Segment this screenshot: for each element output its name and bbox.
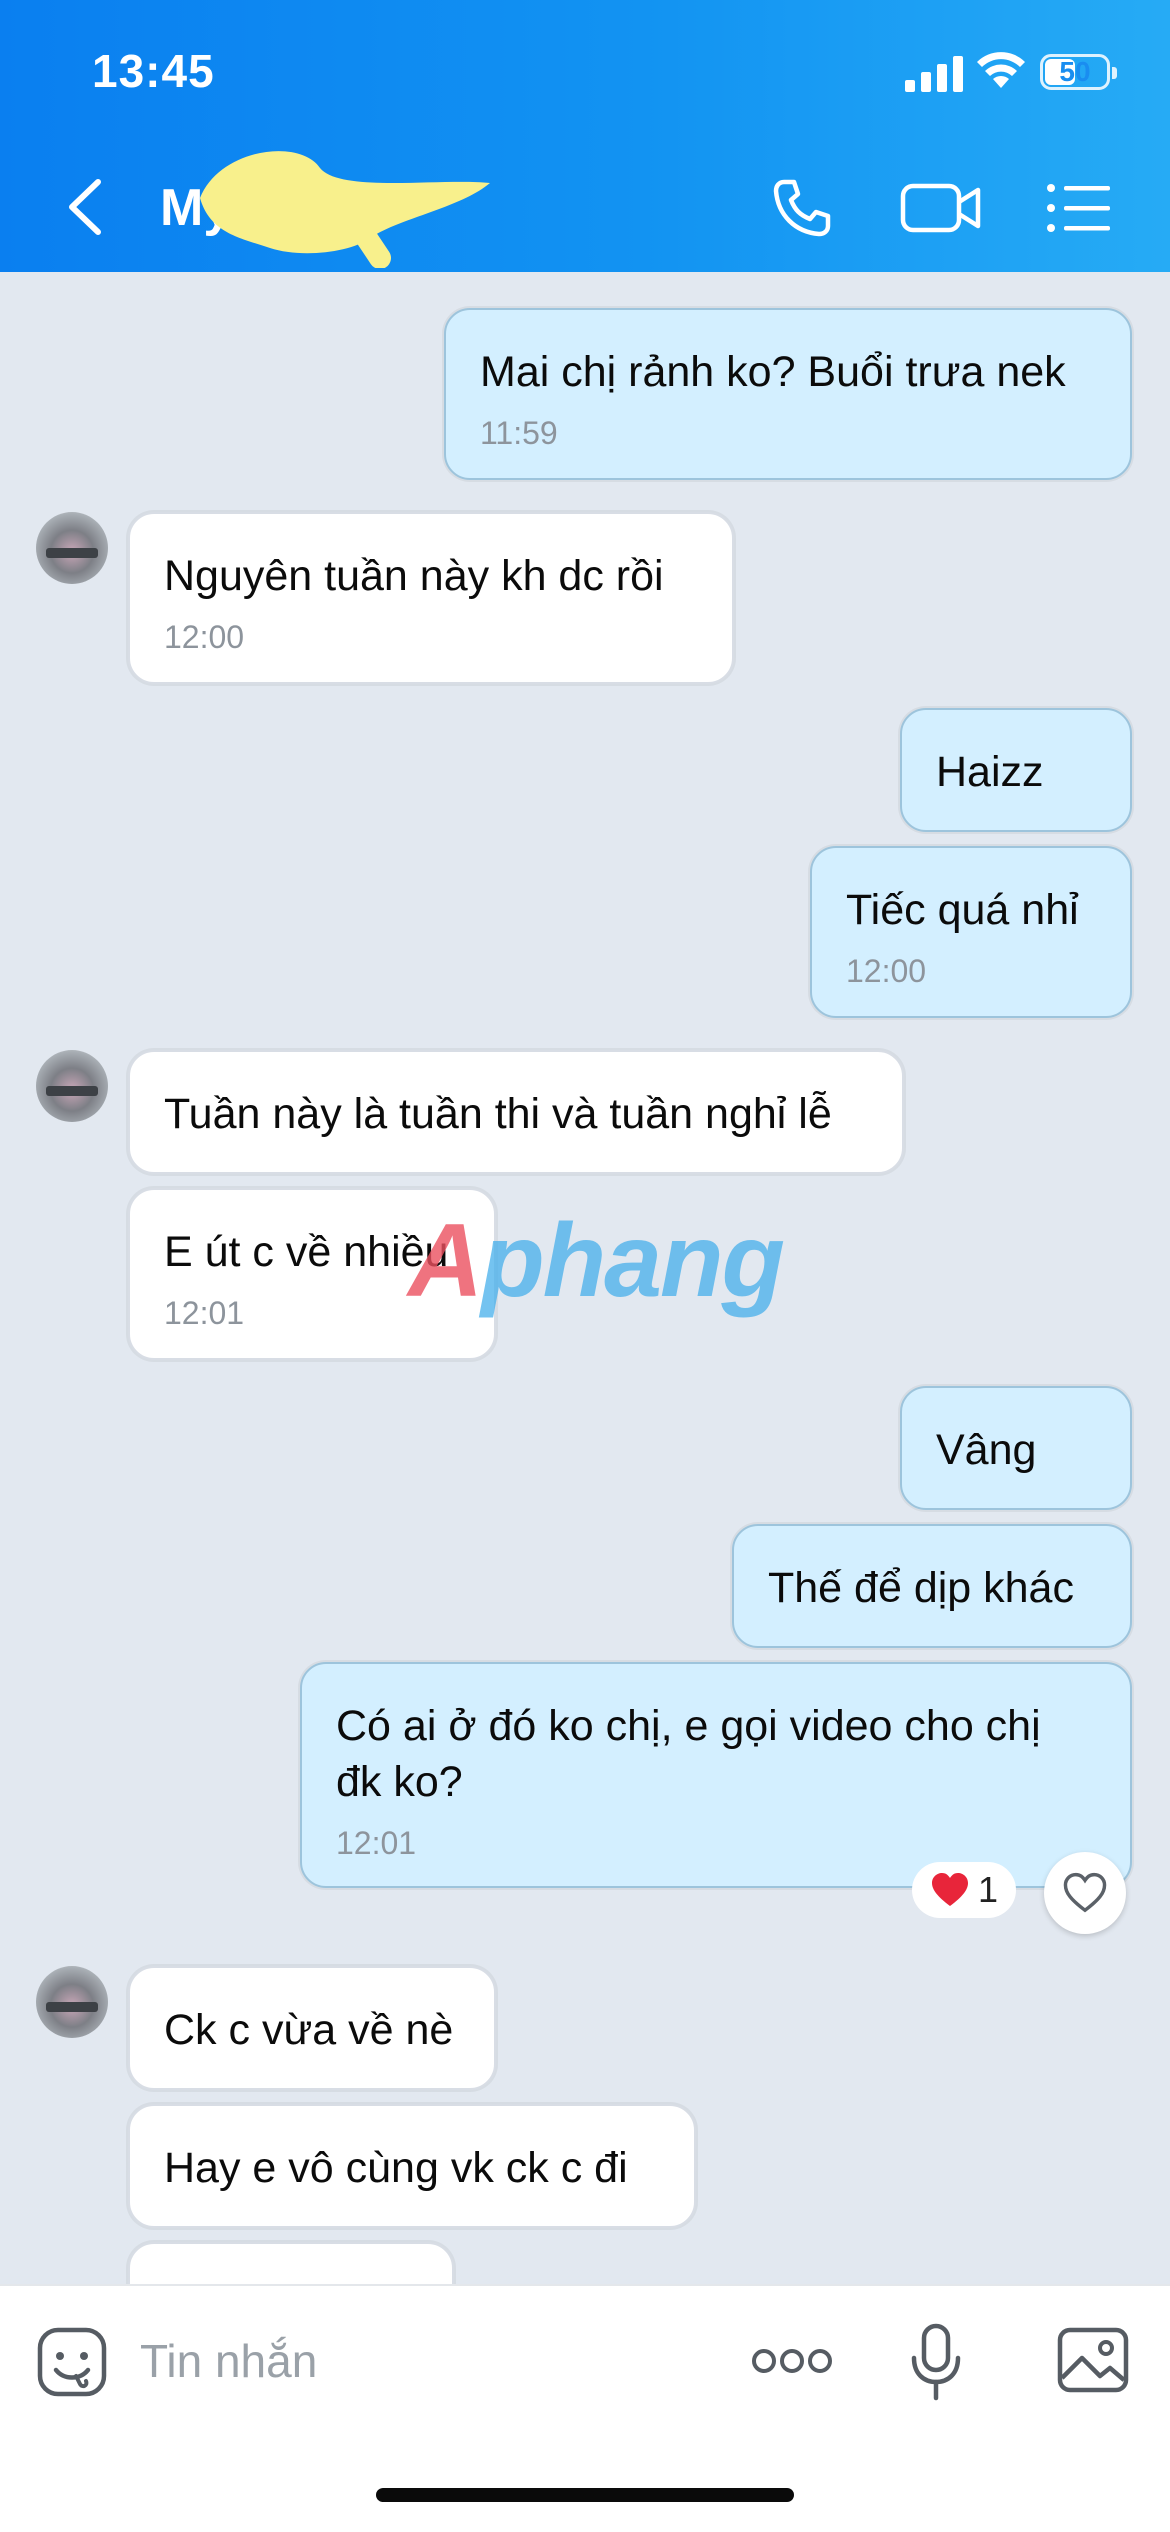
avatar[interactable] [36,1966,108,2038]
avatar[interactable] [36,1050,108,1122]
message-text: Mai chị rảnh ko? Buổi trưa nek [480,348,1066,396]
image-icon[interactable] [1056,2326,1130,2394]
watermark-logo: Aphang [408,1203,785,1319]
message-bubble-in[interactable]: Nguyên tuần này kh dc rồi 12:00 [128,512,734,684]
message-bubble-out[interactable]: Mai chị rảnh ko? Buổi trưa nek 11:59 [444,308,1132,480]
message-bubble-out[interactable]: Thế để dịp khác [732,1524,1132,1648]
message-bubble-out[interactable]: Tiếc quá nhỉ 12:00 [810,846,1132,1018]
react-button[interactable] [1044,1852,1126,1934]
avatar[interactable] [36,512,108,584]
redaction-scribble [200,151,490,268]
message-text: Vâng [936,1426,1037,1474]
message-time: 12:00 [164,619,245,655]
message-time: 11:59 [480,415,558,451]
message-bubble-in[interactable]: Ck c vừa về nè [128,1966,496,2090]
message-time: 12:00 [846,953,927,989]
status-time: 13:45 [92,45,215,97]
message-time: 12:01 [336,1825,417,1861]
video-call-icon[interactable] [900,176,982,240]
list-menu-icon[interactable] [1046,176,1112,240]
battery-indicator: 50 [1040,54,1117,90]
message-bubble-out[interactable]: Vâng [900,1386,1132,1510]
microphone-icon[interactable] [910,2322,962,2402]
emoji-icon[interactable] [36,2326,108,2398]
reaction-count: 1 [977,1869,999,1910]
message-list[interactable]: Mai chị rảnh ko? Buổi trưa nek 11:59 Ngu… [0,272,1170,2284]
home-indicator [376,2488,794,2502]
chat-header: 13:45 50 My [0,0,1170,272]
heart-icon [931,1873,968,1906]
message-text: Nguyên tuần này kh dc rồi [164,552,664,600]
message-text: Tiếc quá nhỉ [846,886,1079,934]
back-icon[interactable] [62,176,108,238]
heart-outline-icon [1063,1872,1107,1913]
message-text: Tuần này là tuần thi và tuần nghỉ lễ [164,1090,832,1138]
message-bubble-in[interactable]: Hay e vô cùng vk ck c đi [128,2104,696,2228]
more-dots-icon[interactable] [750,2344,834,2378]
message-input[interactable] [140,2324,700,2398]
message-bubble-out[interactable]: Có ai ở đó ko chị, e gọi video cho chị đ… [300,1662,1132,1888]
message-bubble-out[interactable]: Haizz [900,708,1132,832]
message-text: Thế để dịp khác [768,1564,1074,1612]
wifi-icon [977,52,1025,88]
message-bubble-in[interactable]: Tuần này là tuần thi và tuần nghỉ lễ [128,1050,904,1174]
reaction-summary[interactable]: 1 [912,1862,1016,1918]
message-text: Hay e vô cùng vk ck c đi [164,2144,628,2192]
signal-icon [905,56,963,92]
battery-level: 50 [1059,56,1091,87]
message-text: Haizz [936,748,1044,796]
message-text: Có ai ở đó ko chị, e gọi video cho chị đ… [336,1702,1053,1806]
phone-icon[interactable] [770,176,834,240]
message-bubble-partial [128,2242,454,2284]
message-text: Ck c vừa về nè [164,2006,454,2054]
